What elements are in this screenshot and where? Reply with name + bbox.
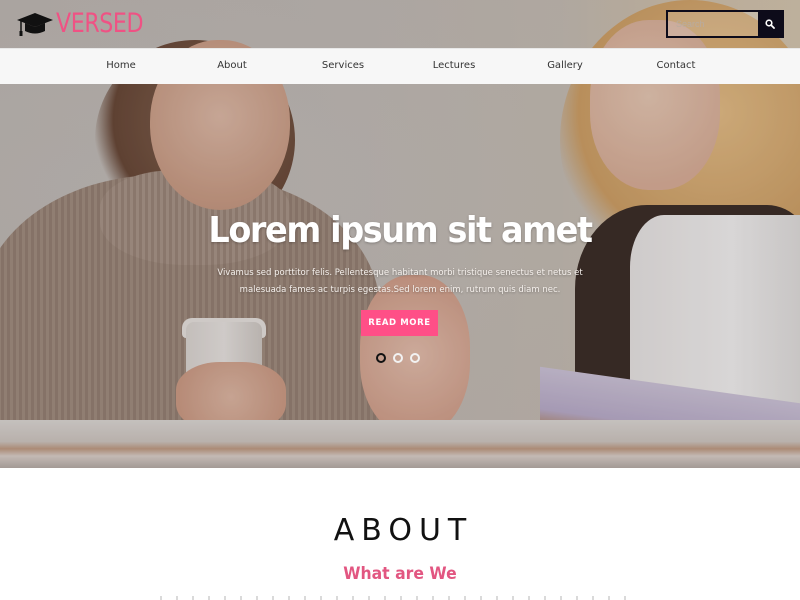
nav-item-lectures[interactable]: Lectures xyxy=(433,60,476,71)
slider-pagination xyxy=(376,353,420,363)
nav-item-services[interactable]: Services xyxy=(322,60,364,71)
graduation-cap-icon xyxy=(17,13,53,36)
nav-item-gallery[interactable]: Gallery xyxy=(547,60,583,71)
site-header: VERSED xyxy=(0,0,800,48)
slider-dot-1[interactable] xyxy=(376,353,386,363)
search-button[interactable] xyxy=(758,12,782,36)
search-icon xyxy=(765,19,775,29)
search-input[interactable] xyxy=(668,12,758,36)
search-form xyxy=(666,10,784,38)
read-more-button[interactable]: READ MORE xyxy=(361,310,438,336)
main-nav: Home About Services Lectures Gallery Con… xyxy=(0,48,800,84)
slider-dot-2[interactable] xyxy=(393,353,403,363)
logo-link[interactable]: VERSED xyxy=(16,9,162,39)
about-title: ABOUT xyxy=(333,513,474,548)
nav-item-home[interactable]: Home xyxy=(106,60,136,71)
about-subtitle: What are We xyxy=(343,564,457,584)
hero-description: Vivamus sed porttitor felis. Pellentesqu… xyxy=(217,268,583,295)
slider-dot-3[interactable] xyxy=(410,353,420,363)
brand-name: VERSED xyxy=(56,8,144,39)
hero-title: Lorem ipsum sit amet xyxy=(208,210,593,251)
about-text-cutoff xyxy=(160,596,640,600)
nav-item-contact[interactable]: Contact xyxy=(657,60,696,71)
nav-item-about[interactable]: About xyxy=(217,60,247,71)
